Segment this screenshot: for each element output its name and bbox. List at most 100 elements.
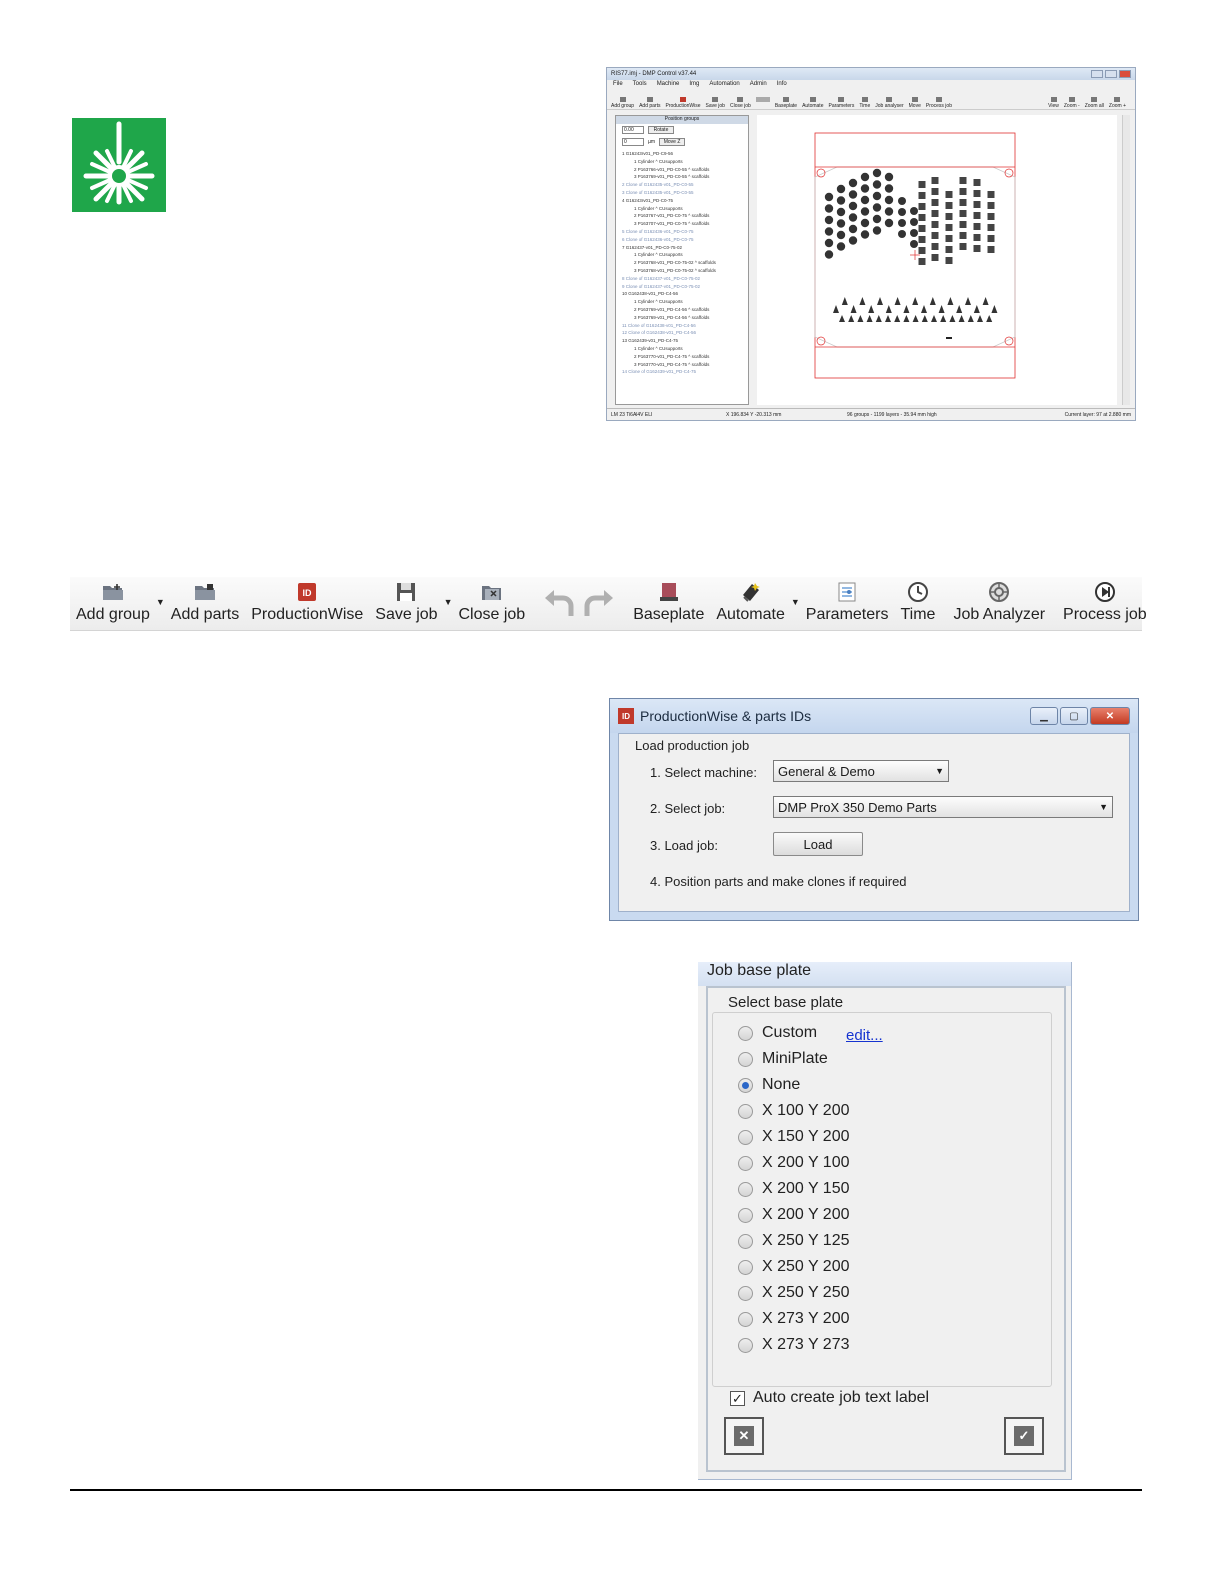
redo-icon[interactable] [581, 588, 615, 620]
rotate-field[interactable]: 0.00 [622, 126, 644, 134]
tree-item[interactable]: 2 P163769-v01_PD-C4-56 ^ scaffolds [622, 306, 740, 314]
radio-button[interactable] [738, 1337, 753, 1353]
tree-item[interactable]: 4 G16243rv01_PD-C0-75 [622, 197, 740, 205]
radio-button[interactable] [738, 1077, 753, 1093]
tree-item[interactable]: 13 G162439-v01_PD-C4-75 [622, 337, 740, 345]
radio-button[interactable] [738, 1103, 753, 1119]
automate-dropdown-icon[interactable]: ▼ [791, 577, 800, 630]
radio-button[interactable] [738, 1233, 753, 1249]
baseplate-option[interactable]: X 200 Y 150 [738, 1180, 850, 1198]
tree-item[interactable]: 14 Clone of G162439-v01_PD-C4-75 [622, 368, 740, 376]
add-group-button[interactable]: Add group [70, 577, 156, 630]
mini-automate-button[interactable]: Automate [802, 97, 823, 109]
tree-item[interactable]: 1 Cylinder ^ CUsupports [622, 298, 740, 306]
tree-item[interactable]: 12 Clone of G162438-v01_PD-C4-56 [622, 329, 740, 337]
menu-admin[interactable]: Admin [750, 81, 767, 89]
menu-tools[interactable]: Tools [633, 81, 647, 89]
auto-label-checkbox[interactable]: ✓ [730, 1390, 745, 1406]
close-button[interactable] [1119, 70, 1131, 78]
tree-item[interactable]: 1 Cylinder ^ CUsupports [622, 345, 740, 353]
edit-custom-link[interactable]: edit... [846, 1027, 883, 1044]
tree-item[interactable]: 2 Clone of G162435-v01_PD-C0-55 [622, 181, 740, 189]
tree-item[interactable]: 5 Clone of G162436-v01_PD-C0-75 [622, 228, 740, 236]
tree-item[interactable]: 3 P163707-v01_PD-C0-75 ^ scaffolds [622, 220, 740, 228]
baseplate-option[interactable]: X 273 Y 273 [738, 1336, 850, 1354]
mini-productionwise-button[interactable]: ProductionWise [665, 97, 701, 109]
mini-process-job-button[interactable]: Process job [926, 97, 952, 109]
tree-item[interactable]: 9 Clone of G162437-v01_PD-C0-75-02 [622, 283, 740, 291]
radio-button[interactable] [738, 1025, 753, 1041]
tree-item[interactable]: 1 Cylinder ^ CUsupports [622, 251, 740, 259]
minimize-button[interactable]: ▁ [1030, 707, 1058, 725]
baseplate-option[interactable]: X 250 Y 250 [738, 1284, 850, 1302]
maximize-button[interactable] [1105, 70, 1117, 78]
close-button[interactable]: ✕ [1090, 707, 1130, 725]
tree-item[interactable]: 3 P163769-v01_PD-C4-56 ^ scaffolds [622, 314, 740, 322]
mini-view-button[interactable]: View [1048, 97, 1059, 109]
menu-machine[interactable]: Machine [657, 81, 680, 89]
baseplate-option[interactable]: X 200 Y 100 [738, 1154, 850, 1172]
load-button[interactable]: Load [773, 832, 863, 856]
tree-item[interactable]: 1 Cylinder ^ CUsupports [622, 205, 740, 213]
radio-button[interactable] [738, 1181, 753, 1197]
job-analyzer-button[interactable]: Job Analyzer [947, 577, 1051, 630]
radio-button[interactable] [738, 1285, 753, 1301]
radio-button[interactable] [738, 1129, 753, 1145]
auto-label-checkbox-row[interactable]: ✓ Auto create job text label [730, 1389, 929, 1407]
baseplate-option[interactable]: X 200 Y 200 [738, 1206, 850, 1224]
mini-undo-redo[interactable] [755, 97, 770, 109]
tree-item[interactable]: 6 Clone of G162436-v01_PD-C0-75 [622, 236, 740, 244]
tree-item[interactable]: 7 G162437-v01_PD-C0-75-02 [622, 244, 740, 252]
move-z-button[interactable]: Move Z [659, 138, 686, 146]
add-group-dropdown-icon[interactable]: ▼ [156, 577, 165, 630]
radio-button[interactable] [738, 1259, 753, 1275]
canvas-vertical-scrollbar[interactable] [1122, 115, 1130, 405]
tree-item[interactable]: 3 P163769-v01_PD-C0-55 ^ scaffolds [622, 173, 740, 181]
automate-button[interactable]: Automate [710, 577, 790, 630]
menu-file[interactable]: File [613, 81, 623, 89]
menu-info[interactable]: Info [777, 81, 787, 89]
move-z-field[interactable]: 0 [622, 138, 644, 146]
tree-item[interactable]: 11 Clone of G162438-v01_PD-C4-56 [622, 322, 740, 330]
tree-item[interactable]: 2 P163770-v01_PD-C4-75 ^ scaffolds [622, 353, 740, 361]
tree-item[interactable]: 1 Cylinder ^ CUsupports [622, 158, 740, 166]
tree-item[interactable]: 2 P163768-v01_PD-C0-75-02 ^ scaffolds [622, 259, 740, 267]
tree-item[interactable]: 1 G16243rv01_PD-C9-56 [622, 150, 740, 158]
parameters-button[interactable]: Parameters [800, 577, 895, 630]
maximize-button[interactable]: ▢ [1060, 707, 1088, 725]
job-select[interactable]: DMP ProX 350 Demo Parts ▼ [773, 796, 1113, 818]
mini-parameters-button[interactable]: Parameters [828, 97, 854, 109]
tree-item[interactable]: 8 Clone of G162437-v01_PD-C0-75-02 [622, 275, 740, 283]
cancel-button[interactable]: ✕ [724, 1417, 764, 1455]
menu-automation[interactable]: Automation [709, 81, 739, 89]
tree-item[interactable]: 2 P163767-v01_PD-C0-75 ^ scaffolds [622, 212, 740, 220]
time-button[interactable]: Time [894, 577, 941, 630]
build-plate-canvas[interactable] [757, 115, 1117, 405]
process-job-button[interactable]: Process job [1057, 577, 1153, 630]
mini-baseplate-button[interactable]: Baseplate [775, 97, 797, 109]
baseplate-button[interactable]: Baseplate [627, 577, 710, 630]
save-job-button[interactable]: Save job [369, 577, 443, 630]
machine-select[interactable]: General & Demo ▼ [773, 760, 949, 782]
mini-add-group-button[interactable]: Add group [611, 97, 634, 109]
tree-item[interactable]: 2 P163766-v01_PD-C0-55 ^ scaffolds [622, 166, 740, 174]
baseplate-option[interactable]: X 250 Y 200 [738, 1258, 850, 1276]
ok-button[interactable]: ✓ [1004, 1417, 1044, 1455]
minimize-button[interactable] [1091, 70, 1103, 78]
close-job-button[interactable]: Close job [452, 577, 531, 630]
tree-item[interactable]: 10 G162438-v01_PD-C4-56 [622, 290, 740, 298]
menu-img[interactable]: Img [689, 81, 699, 89]
group-tree[interactable]: 1 G16243rv01_PD-C9-56 1 Cylinder ^ CUsupp… [622, 150, 740, 385]
rotate-button[interactable]: Rotate [648, 126, 674, 134]
tree-item[interactable]: 3 P163768-v01_PD-C0-75-02 ^ scaffolds [622, 267, 740, 275]
radio-button[interactable] [738, 1311, 753, 1327]
mini-add-parts-button[interactable]: Add parts [639, 97, 660, 109]
mini-close-job-button[interactable]: Close job [730, 97, 751, 109]
save-job-dropdown-icon[interactable]: ▼ [444, 577, 453, 630]
radio-button[interactable] [738, 1155, 753, 1171]
mini-save-job-button[interactable]: Save job [706, 97, 725, 109]
baseplate-option[interactable]: X 250 Y 125 [738, 1232, 850, 1250]
mini-job-analyser-button[interactable]: Job analyser [875, 97, 904, 109]
mini-zoom-out-button[interactable]: Zoom - [1064, 97, 1080, 109]
baseplate-option[interactable]: X 273 Y 200 [738, 1310, 850, 1328]
